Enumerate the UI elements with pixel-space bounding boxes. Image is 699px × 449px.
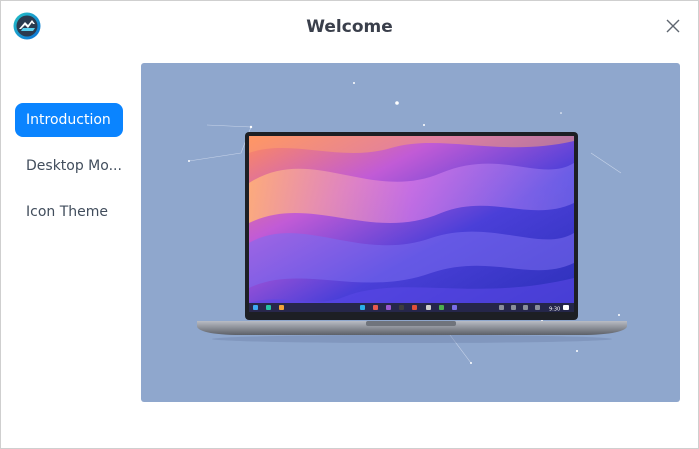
sidebar: Introduction Desktop Mo... Icon Theme [15,103,125,241]
sidebar-item-icon-theme[interactable]: Icon Theme [15,195,123,229]
sidebar-item-introduction[interactable]: Introduction [15,103,123,137]
sidebar-item-desktop-mode[interactable]: Desktop Mo... [15,149,123,183]
window-title: Welcome [306,17,393,37]
taskbar-clock: 9:30 [549,307,560,313]
introduction-preview-image: 9:30 [141,63,680,402]
close-icon[interactable] [662,15,684,37]
titlebar: Welcome [1,1,698,55]
welcome-window: Welcome Introduction Desktop Mo... Icon … [0,0,699,449]
